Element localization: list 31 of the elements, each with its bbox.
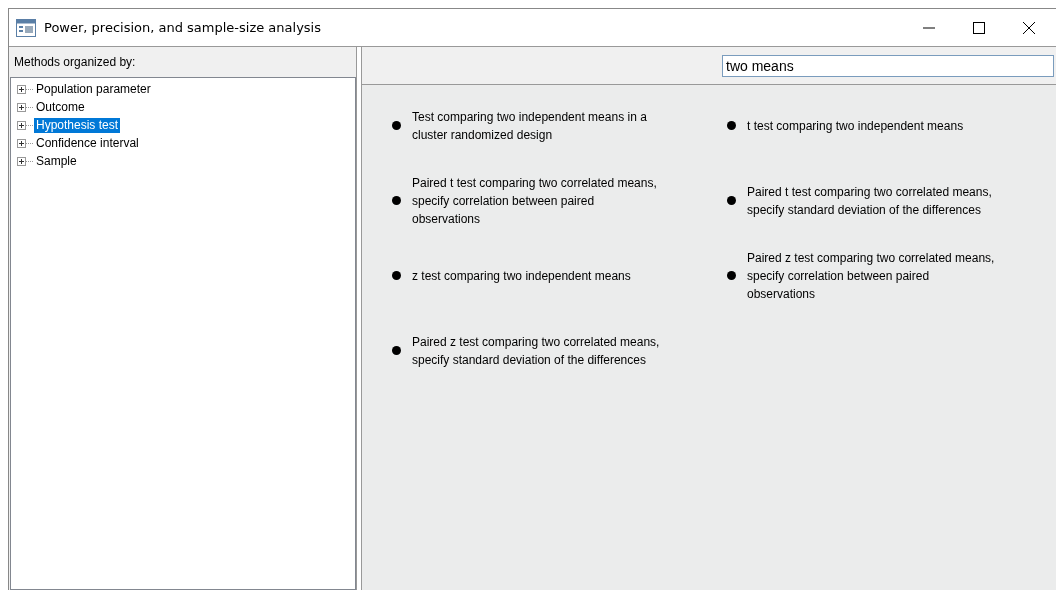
expand-icon[interactable] bbox=[17, 138, 26, 148]
minimize-icon[interactable] bbox=[923, 26, 935, 29]
search-field[interactable]: two means bbox=[722, 54, 1054, 77]
tree-item[interactable]: Confidence interval bbox=[34, 135, 141, 151]
maximize-icon[interactable] bbox=[973, 21, 985, 34]
bullet-icon bbox=[392, 196, 401, 205]
method-link[interactable]: Test comparing two independent means in a cluster randomized design bbox=[412, 107, 664, 144]
window-title: Power, precision, and sample-size analysis bbox=[44, 18, 321, 37]
close-icon[interactable] bbox=[1023, 21, 1035, 34]
method-link[interactable]: Paired z test comparing two correlated means, specify correlation between paired observations bbox=[747, 248, 999, 303]
tree-item[interactable]: Population parameter bbox=[34, 81, 153, 97]
bullet-icon bbox=[392, 271, 401, 280]
expand-icon[interactable] bbox=[17, 120, 26, 130]
tree-item[interactable]: Outcome bbox=[34, 99, 87, 115]
bullet-icon bbox=[392, 346, 401, 355]
panel-header: Methods organized by: bbox=[14, 54, 136, 71]
expand-icon[interactable] bbox=[17, 102, 26, 112]
tree-item[interactable]: Sample bbox=[34, 153, 79, 169]
bullet-icon bbox=[727, 271, 736, 280]
expand-icon[interactable] bbox=[17, 156, 26, 166]
tree-item[interactable]: Hypothesis test bbox=[34, 117, 121, 133]
method-link[interactable]: Paired t test comparing two correlated means, specify standard deviation of the differences bbox=[747, 182, 999, 219]
method-link[interactable]: Paired z test comparing two correlated means, specify standard deviation of the differences bbox=[412, 332, 664, 369]
bullet-icon bbox=[727, 196, 736, 205]
app-icon bbox=[16, 18, 36, 37]
bullet-icon bbox=[727, 121, 736, 130]
method-link[interactable]: t test comparing two independent means bbox=[747, 116, 999, 135]
expand-icon[interactable] bbox=[17, 84, 26, 94]
method-link[interactable]: Paired t test comparing two correlated means, specify correlation between paired observations bbox=[412, 173, 664, 228]
method-link[interactable]: z test comparing two independent means bbox=[412, 266, 664, 285]
bullet-icon bbox=[392, 121, 401, 130]
